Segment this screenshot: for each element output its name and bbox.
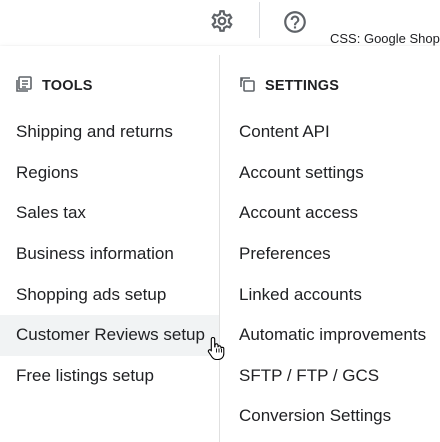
tools-heading-label: TOOLS <box>42 78 93 94</box>
tools-item-shopping-ads-setup[interactable]: Shopping ads setup <box>0 274 219 315</box>
tools-item-shipping-and-returns[interactable]: Shipping and returns <box>0 112 219 153</box>
settings-heading: SETTINGS <box>220 66 440 106</box>
settings-item-conversion-settings[interactable]: Conversion Settings <box>220 396 440 437</box>
tools-heading: TOOLS <box>0 66 219 106</box>
settings-item-account-access[interactable]: Account access <box>220 193 440 234</box>
toolbar-divider <box>259 2 260 38</box>
settings-column: SETTINGS Content API Account settings Ac… <box>220 66 440 437</box>
tools-item-business-information[interactable]: Business information <box>0 234 219 275</box>
settings-item-sftp-ftp-gcs[interactable]: SFTP / FTP / GCS <box>220 356 440 397</box>
settings-heading-label: SETTINGS <box>265 78 340 94</box>
gear-icon[interactable] <box>209 8 235 34</box>
settings-item-linked-accounts[interactable]: Linked accounts <box>220 274 440 315</box>
tools-grid-icon <box>16 76 42 96</box>
hand-pointer-icon <box>207 336 227 361</box>
top-bar: CSS: Google Shop <box>0 0 440 46</box>
settings-item-account-settings[interactable]: Account settings <box>220 153 440 194</box>
tools-list: Shipping and returns Regions Sales tax B… <box>0 112 219 396</box>
settings-item-automatic-improvements[interactable]: Automatic improvements <box>220 315 440 356</box>
account-label: CSS: Google Shop <box>330 31 440 46</box>
tools-item-customer-reviews-setup[interactable]: Customer Reviews setup <box>0 314 219 356</box>
settings-list: Content API Account settings Account acc… <box>220 112 440 437</box>
settings-item-preferences[interactable]: Preferences <box>220 234 440 275</box>
tools-item-regions[interactable]: Regions <box>0 153 219 194</box>
tools-item-free-listings-setup[interactable]: Free listings setup <box>0 356 219 397</box>
settings-item-content-api[interactable]: Content API <box>220 112 440 153</box>
help-icon[interactable] <box>282 9 308 35</box>
tools-column: TOOLS Shipping and returns Regions Sales… <box>0 66 219 396</box>
tools-item-sales-tax[interactable]: Sales tax <box>0 193 219 234</box>
settings-copy-icon <box>239 76 265 96</box>
